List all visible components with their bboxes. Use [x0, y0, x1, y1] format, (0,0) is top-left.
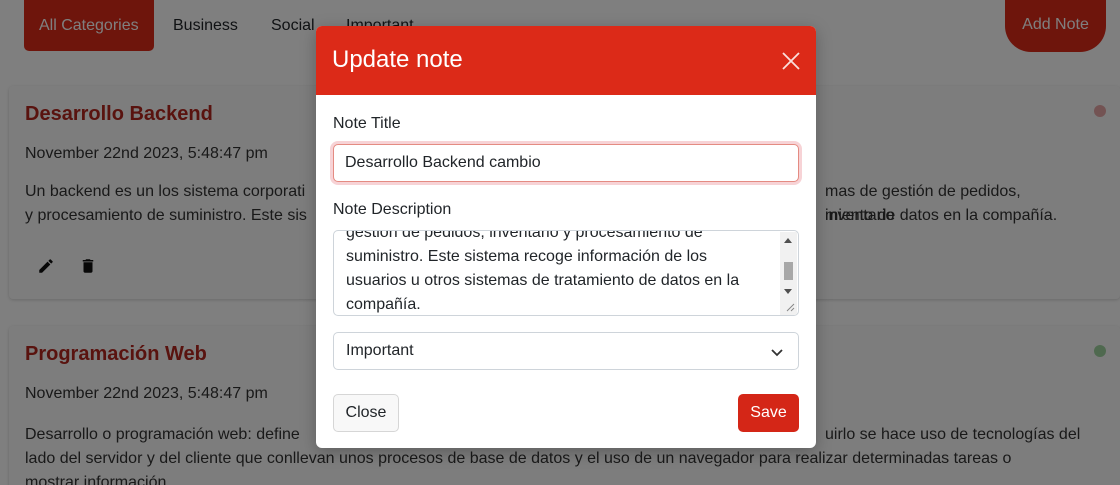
note-description-label: Note Description	[333, 201, 452, 218]
scroll-thumb[interactable]	[784, 262, 793, 280]
close-icon[interactable]	[780, 50, 802, 72]
description-text: gestión de pedidos, inventario y procesa…	[346, 230, 740, 313]
category-select[interactable]: Important	[333, 332, 799, 370]
scroll-up-icon[interactable]	[784, 238, 792, 243]
note-title-label: Note Title	[333, 115, 401, 132]
resize-handle-icon[interactable]	[785, 302, 795, 312]
category-select-value: Important	[346, 342, 414, 359]
modal-title: Update note	[332, 46, 463, 73]
close-button[interactable]: Close	[333, 394, 399, 432]
scroll-down-icon[interactable]	[784, 289, 792, 294]
update-note-modal: Update note Note Title Note Description …	[316, 26, 816, 448]
modal-header: Update note	[316, 26, 816, 95]
chevron-down-icon	[771, 349, 783, 357]
note-title-input[interactable]	[333, 144, 799, 182]
save-button[interactable]: Save	[738, 394, 799, 432]
note-description-textarea[interactable]: gestión de pedidos, inventario y procesa…	[333, 230, 799, 316]
